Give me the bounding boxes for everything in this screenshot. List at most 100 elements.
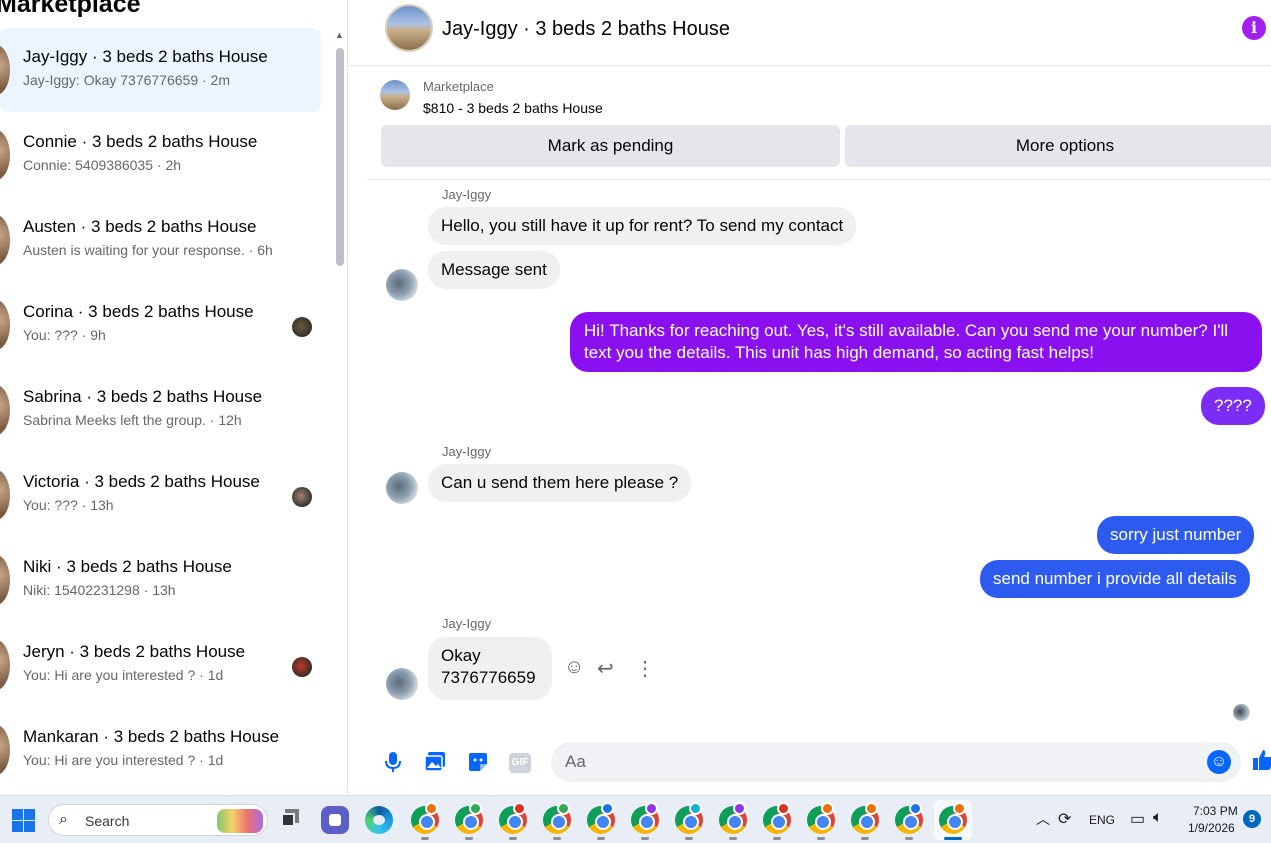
clock-time[interactable]: 7:03 PM [1193, 804, 1238, 818]
scrollbar-thumb[interactable] [336, 48, 344, 266]
running-app-indicator [861, 837, 869, 840]
reply-icon[interactable]: ↩ [597, 656, 614, 681]
chrome-icon[interactable] [455, 802, 483, 834]
running-app-indicator [905, 837, 913, 840]
volume-icon[interactable]: 🔈︎ [1153, 809, 1163, 827]
outgoing-message[interactable]: ???? [1201, 387, 1265, 425]
conversation-name: Victoria · 3 beds 2 baths House [23, 472, 260, 491]
listing-avatar[interactable] [385, 4, 433, 52]
running-app-indicator [773, 837, 781, 840]
edge-icon[interactable] [365, 806, 393, 834]
clock-date[interactable]: 1/9/2026 [1188, 821, 1235, 835]
chrome-icon[interactable] [939, 802, 967, 834]
chrome-icon[interactable] [675, 802, 703, 834]
taskbar-search[interactable]: ⌕ Search [48, 804, 268, 836]
active-app-indicator [944, 837, 962, 840]
chrome-icon[interactable] [719, 802, 747, 834]
message-line: 7376776659 [441, 668, 536, 687]
sender-avatar[interactable] [386, 668, 418, 700]
windows-start-icon[interactable] [12, 809, 35, 832]
chrome-icon[interactable] [895, 802, 923, 834]
chrome-icon[interactable] [411, 802, 439, 834]
network-icon[interactable]: ▭ [1130, 809, 1145, 829]
conversation-item[interactable]: Jeryn · 3 beds 2 baths House You: Hi are… [0, 623, 330, 708]
chat-title[interactable]: Jay-Iggy · 3 beds 2 baths House [442, 18, 730, 41]
outgoing-message[interactable]: Hi! Thanks for reaching out. Yes, it's s… [570, 312, 1262, 372]
sender-name: Jay-Iggy [442, 616, 492, 631]
running-app-indicator [685, 837, 693, 840]
photo-icon[interactable] [423, 751, 447, 775]
conversation-item[interactable]: Sabrina · 3 beds 2 baths House Sabrina M… [0, 368, 330, 453]
notification-badge[interactable]: 9 [1243, 810, 1261, 828]
task-view-icon[interactable] [276, 806, 304, 834]
language-indicator[interactable]: ENG [1089, 813, 1115, 827]
thumbs-up-icon[interactable] [1253, 749, 1271, 777]
profile-badge-icon [601, 802, 614, 815]
conversation-item[interactable]: Corina · 3 beds 2 baths House You: ??? ·… [0, 283, 330, 368]
conversation-avatar [0, 300, 10, 350]
sender-name: Jay-Iggy [442, 444, 492, 459]
profile-badge-icon [689, 802, 702, 815]
sidebar-scrollbar[interactable]: ▲ [333, 30, 347, 790]
conversation-item[interactable]: Jay-Iggy · 3 beds 2 baths House Jay-Iggy… [0, 28, 330, 113]
sync-icon[interactable]: ⟳ [1058, 809, 1071, 829]
gif-icon[interactable]: GIF [509, 753, 531, 773]
search-label: Search [85, 813, 130, 829]
running-app-indicator [817, 837, 825, 840]
info-icon[interactable]: i [1242, 16, 1266, 40]
outgoing-message[interactable]: sorry just number [1097, 516, 1255, 554]
running-app-indicator [465, 837, 473, 840]
chrome-icon[interactable] [851, 802, 879, 834]
chrome-icon[interactable] [587, 802, 615, 834]
chrome-icon[interactable] [763, 802, 791, 834]
message-line: Okay [441, 646, 481, 665]
conversation-preview: Austen is waiting for your response. · 6… [23, 242, 273, 258]
chrome-icon[interactable] [543, 802, 571, 834]
incoming-message[interactable]: Can u send them here please ? [428, 464, 692, 502]
more-actions-icon[interactable]: ⋮ [635, 656, 655, 681]
teams-icon[interactable] [321, 806, 349, 834]
seen-avatar [292, 317, 312, 337]
chat-header: Jay-Iggy · 3 beds 2 baths House i [349, 0, 1271, 66]
sender-avatar[interactable] [386, 269, 418, 301]
listing-title[interactable]: $810 - 3 beds 2 baths House [423, 100, 603, 116]
outgoing-message[interactable]: send number i provide all details [980, 560, 1250, 598]
message-input[interactable] [551, 742, 1241, 782]
sticker-icon[interactable] [466, 751, 490, 775]
chrome-icon[interactable] [499, 802, 527, 834]
chat-pane: Jay-Iggy · 3 beds 2 baths House i Market… [349, 0, 1271, 795]
search-icon: ⌕ [59, 811, 68, 828]
react-icon[interactable]: ☺ [564, 656, 584, 679]
running-app-indicator [421, 837, 429, 840]
chrome-icon[interactable] [631, 802, 659, 834]
conversation-item[interactable]: Victoria · 3 beds 2 baths House You: ???… [0, 453, 330, 538]
conversation-name: Mankaran · 3 beds 2 baths House [23, 727, 280, 746]
incoming-message[interactable]: Message sent [428, 251, 560, 289]
running-app-indicator [641, 837, 649, 840]
incoming-message[interactable]: Hello, you still have it up for rent? To… [428, 207, 857, 245]
conversation-name: Jay-Iggy · 3 beds 2 baths House [23, 47, 268, 66]
listing-thumbnail[interactable] [380, 80, 410, 110]
chevron-up-icon[interactable]: ︿ [1036, 809, 1050, 829]
emoji-icon[interactable]: ☺ [1207, 750, 1231, 774]
conversation-preview: You: Hi are you interested ? · 1d [23, 752, 224, 768]
conversation-item[interactable]: Connie · 3 beds 2 baths House Connie: 54… [0, 113, 330, 198]
sender-avatar[interactable] [386, 472, 418, 504]
scroll-up-arrow-icon[interactable]: ▲ [335, 30, 344, 40]
more-options-button[interactable]: More options [845, 125, 1271, 167]
conversation-preview: Niki: 15402231298 · 13h [23, 582, 176, 598]
mark-as-pending-button[interactable]: Mark as pending [381, 125, 840, 167]
conversation-item[interactable]: Austen · 3 beds 2 baths House Austen is … [0, 198, 330, 283]
chrome-icon[interactable] [807, 802, 835, 834]
conversation-item[interactable]: Niki · 3 beds 2 baths House Niki: 154022… [0, 538, 330, 623]
microphone-icon[interactable] [381, 751, 405, 775]
conversation-item[interactable]: Mankaran · 3 beds 2 baths House You: Hi … [0, 708, 330, 793]
conversation-list: Jay-Iggy · 3 beds 2 baths House Jay-Iggy… [0, 28, 330, 793]
conversation-preview: You: ??? · 9h [23, 327, 106, 343]
conversation-name: Jeryn · 3 beds 2 baths House [23, 642, 246, 661]
conversation-sidebar: Marketplace Jay-Iggy · 3 beds 2 baths Ho… [0, 0, 348, 795]
incoming-message[interactable]: Okay 7376776659 [428, 637, 552, 700]
running-app-indicator [597, 837, 605, 840]
profile-badge-icon [821, 802, 834, 815]
profile-badge-icon [469, 802, 482, 815]
